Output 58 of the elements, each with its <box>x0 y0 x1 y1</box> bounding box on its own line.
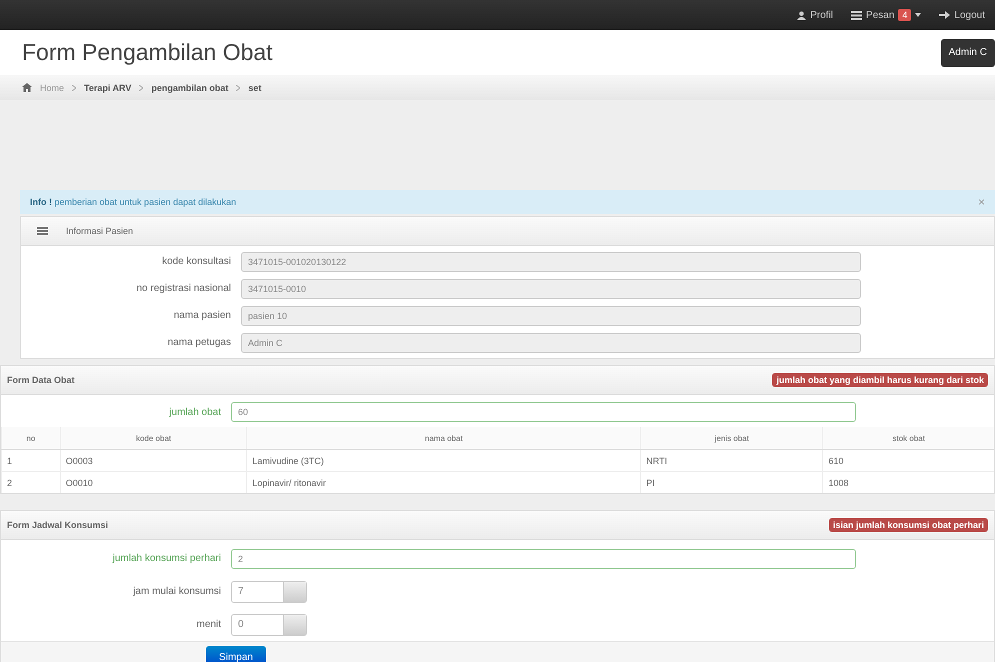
readonly-field[interactable]: 3471015-001020130122 <box>241 252 861 272</box>
page-title: Form Pengambilan Obat <box>22 39 273 66</box>
nav-link[interactable]: Pesan 4 <box>851 9 922 21</box>
save-button[interactable]: Simpan <box>206 646 266 662</box>
table-cell: Lopinavir/ ritonavir <box>246 472 641 493</box>
table-cell: O0003 <box>60 450 247 472</box>
panel-title: Informasi Pasien <box>66 226 134 236</box>
table-cell: O0010 <box>60 472 247 493</box>
readonly-field[interactable]: pasien 10 <box>241 306 861 326</box>
warning-badge: isian jumlah konsumsi obat perhari <box>828 518 988 532</box>
breadcrumb-link[interactable]: pengambilan obat <box>151 82 228 92</box>
field-label: nama petugas <box>166 337 232 348</box>
chevron-icon <box>72 84 76 90</box>
list-icon <box>37 227 48 235</box>
table-cell: 2 <box>2 472 60 493</box>
info-message: Info ! pemberian obat untuk pasien dapat dilakukan <box>30 197 236 207</box>
breadcrumb-link[interactable]: Home <box>40 82 64 92</box>
table-cell: 610 <box>822 450 994 472</box>
readonly-field[interactable]: Admin C <box>241 332 861 352</box>
nav-link[interactable]: Profil <box>797 10 834 20</box>
table-cell: 1008 <box>822 472 994 493</box>
field-label: menit <box>196 619 222 630</box>
table-cell: Lamivudine (3TC) <box>246 450 641 472</box>
column-header: kode obat <box>60 427 247 450</box>
field-label: no registrasi nasional <box>136 283 232 294</box>
logout-icon <box>939 11 950 19</box>
warning-badge: jumlah obat yang diambil harus kurang dari stok <box>772 373 988 387</box>
field-label: jumlah konsumsi perhari <box>111 553 222 564</box>
table-cell: NRTI <box>640 450 823 472</box>
user-icon <box>797 10 806 20</box>
column-header: no <box>2 427 60 450</box>
table-cell: PI <box>640 472 823 493</box>
user-button[interactable]: Admin C <box>940 38 995 66</box>
count-badge: 4 <box>898 9 912 21</box>
field-label: jam mulai konsumsi <box>132 586 222 597</box>
column-header: nama obat <box>246 427 641 450</box>
select-field[interactable]: 7 <box>231 580 307 602</box>
column-header: jenis obat <box>640 427 823 450</box>
readonly-field[interactable]: 3471015-0010 <box>241 278 861 298</box>
panel-title: Form Data Obat <box>7 375 75 385</box>
input-field[interactable]: 2 <box>231 548 856 568</box>
chevron-icon <box>236 84 240 90</box>
select-field[interactable]: 0 <box>231 614 307 636</box>
field-label: jumlah obat <box>168 406 222 418</box>
home-icon <box>22 83 32 92</box>
chevron-icon <box>139 84 144 90</box>
table-cell: 1 <box>2 450 60 472</box>
column-header: stok obat <box>822 427 994 450</box>
nav-link[interactable]: Logout <box>939 10 985 20</box>
input-field[interactable]: 60 <box>231 402 856 422</box>
field-label: nama pasien <box>172 310 232 321</box>
breadcrumb-link[interactable]: Terapi ARV <box>84 82 132 92</box>
field-label: kode konsultasi <box>161 256 232 267</box>
list-icon <box>851 10 862 20</box>
breadcrumb-link[interactable]: set <box>248 82 262 92</box>
panel-title: Form Jadwal Konsumsi <box>7 520 108 530</box>
close-button[interactable]: × <box>978 195 985 209</box>
caret-icon <box>915 13 922 17</box>
